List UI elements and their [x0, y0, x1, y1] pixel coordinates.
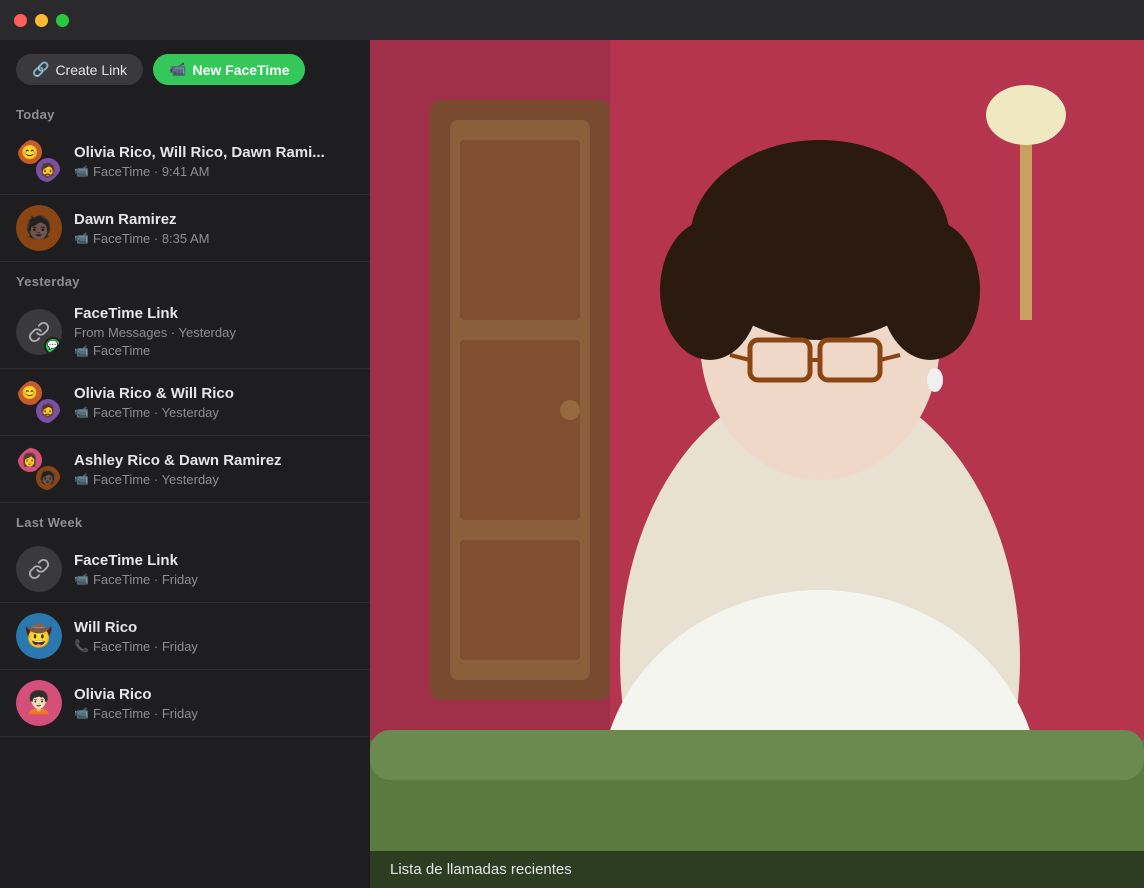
- sidebar: 🔗 Create Link 📹 New FaceTime Today 😊: [0, 40, 370, 888]
- list-item[interactable]: 👩 🧑🏿 Ashley Rico & Dawn Ramirez 📹 FaceTi…: [0, 436, 370, 503]
- call-name: Olivia Rico: [74, 686, 354, 703]
- create-link-label: Create Link: [55, 62, 127, 78]
- messages-badge: 💬: [44, 337, 62, 355]
- avatar: 💬: [16, 309, 62, 355]
- call-time: FaceTime · Friday: [93, 639, 198, 654]
- sub-avatar-2: 🧑🏿: [34, 464, 62, 492]
- section-header-today: Today: [0, 95, 370, 128]
- minimize-button[interactable]: [35, 14, 48, 27]
- call-name: Olivia Rico, Will Rico, Dawn Rami...: [74, 144, 354, 161]
- facetime-label: FaceTime: [93, 343, 150, 358]
- single-avatar: 🧑🏻‍🦱: [16, 680, 62, 726]
- call-subtitle: 📹 FaceTime · Yesterday: [74, 405, 354, 420]
- group-avatar: 👩 🧑🏿: [16, 446, 62, 492]
- link-avatar: [16, 546, 62, 592]
- facetime-video-icon: 📹: [74, 572, 89, 586]
- facetime-video-icon: 📹: [74, 164, 89, 178]
- call-time: FaceTime · 8:35 AM: [93, 231, 210, 246]
- list-item[interactable]: 😊 🧔 Olivia Rico, Will Rico, Dawn Rami...…: [0, 128, 370, 195]
- single-avatar: 🤠: [16, 613, 62, 659]
- section-header-last-week: Last Week: [0, 503, 370, 536]
- avatar: 😊 🧔: [16, 379, 62, 425]
- call-name: Will Rico: [74, 619, 354, 636]
- caption-text: Lista de llamadas recientes: [390, 861, 572, 878]
- sub-avatar-2: 🧔: [34, 156, 62, 184]
- call-info: Olivia Rico & Will Rico 📹 FaceTime · Yes…: [74, 385, 354, 420]
- call-subtitle: 📹 FaceTime · Friday: [74, 572, 354, 587]
- call-name: Ashley Rico & Dawn Ramirez: [74, 452, 354, 469]
- chain-link-icon: [28, 558, 50, 580]
- call-name: FaceTime Link: [74, 305, 354, 322]
- single-avatar: 🧑🏿: [16, 205, 62, 251]
- camera-icon: 📹: [169, 61, 186, 78]
- link-icon: 🔗: [32, 61, 49, 78]
- call-subtitle: 📹 FaceTime · 9:41 AM: [74, 164, 354, 179]
- new-facetime-button[interactable]: 📹 New FaceTime: [153, 54, 305, 85]
- fullscreen-button[interactable]: [56, 14, 69, 27]
- call-name: Olivia Rico & Will Rico: [74, 385, 354, 402]
- call-subtitle: 📹 FaceTime · Yesterday: [74, 472, 354, 487]
- facetime-video-icon: 📹: [74, 706, 89, 720]
- phone-icon: 📞: [74, 639, 89, 653]
- call-info: Ashley Rico & Dawn Ramirez 📹 FaceTime · …: [74, 452, 354, 487]
- toolbar: 🔗 Create Link 📹 New FaceTime: [0, 40, 370, 95]
- avatar: 🧑🏻‍🦱: [16, 680, 62, 726]
- facetime-video-icon: 📹: [74, 231, 89, 245]
- avatar: 👩 🧑🏿: [16, 446, 62, 492]
- call-name: Dawn Ramirez: [74, 211, 354, 228]
- call-time: FaceTime · Friday: [93, 572, 198, 587]
- call-info: Olivia Rico, Will Rico, Dawn Rami... 📹 F…: [74, 144, 354, 179]
- call-name: FaceTime Link: [74, 552, 354, 569]
- avatar: 🤠: [16, 613, 62, 659]
- section-yesterday: Yesterday 💬 FaceTime Link: [0, 262, 370, 503]
- group-avatar: 😊 🧔: [16, 138, 62, 184]
- list-item[interactable]: 💬 FaceTime Link From Messages · Yesterda…: [0, 295, 370, 369]
- section-header-yesterday: Yesterday: [0, 262, 370, 295]
- main-layout: 🔗 Create Link 📹 New FaceTime Today 😊: [0, 40, 1144, 888]
- avatar: 😊 🧔: [16, 138, 62, 184]
- from-messages: From Messages · Yesterday: [74, 325, 236, 340]
- sub-avatar-2: 🧔: [34, 397, 62, 425]
- list-item[interactable]: 🧑🏿 Dawn Ramirez 📹 FaceTime · 8:35 AM: [0, 195, 370, 262]
- person-video: [370, 40, 1144, 888]
- call-time: FaceTime · Friday: [93, 706, 198, 721]
- video-background: [370, 40, 1144, 888]
- list-item[interactable]: 🤠 Will Rico 📞 FaceTime · Friday: [0, 603, 370, 670]
- facetime-video-icon: 📹: [74, 344, 89, 358]
- section-today: Today 😊 🧔 Olivia Rico, Will Rico, Dawn R…: [0, 95, 370, 262]
- call-subtitle-line2: 📹 FaceTime: [74, 343, 354, 358]
- facetime-video-icon: 📹: [74, 405, 89, 419]
- avatar: 🧑🏿: [16, 205, 62, 251]
- section-last-week: Last Week FaceTime Link 📹 FaceTime: [0, 503, 370, 737]
- avatar: [16, 546, 62, 592]
- caption-bar: Lista de llamadas recientes: [370, 851, 1144, 888]
- call-subtitle: 📹 FaceTime · 8:35 AM: [74, 231, 354, 246]
- call-subtitle: 📹 FaceTime · Friday: [74, 706, 354, 721]
- call-subtitle-line1: From Messages · Yesterday: [74, 325, 354, 340]
- call-info: FaceTime Link 📹 FaceTime · Friday: [74, 552, 354, 587]
- call-info: Will Rico 📞 FaceTime · Friday: [74, 619, 354, 654]
- titlebar: [0, 0, 1144, 40]
- facetime-video-icon: 📹: [74, 472, 89, 486]
- call-time: FaceTime · 9:41 AM: [93, 164, 210, 179]
- close-button[interactable]: [14, 14, 27, 27]
- call-info: Olivia Rico 📹 FaceTime · Friday: [74, 686, 354, 721]
- list-item[interactable]: 🧑🏻‍🦱 Olivia Rico 📹 FaceTime · Friday: [0, 670, 370, 737]
- list-item[interactable]: FaceTime Link 📹 FaceTime · Friday: [0, 536, 370, 603]
- call-time: FaceTime · Yesterday: [93, 405, 219, 420]
- call-subtitle: 📞 FaceTime · Friday: [74, 639, 354, 654]
- call-info: FaceTime Link From Messages · Yesterday …: [74, 305, 354, 358]
- list-item[interactable]: 😊 🧔 Olivia Rico & Will Rico 📹 FaceTime ·…: [0, 369, 370, 436]
- new-facetime-label: New FaceTime: [192, 62, 289, 78]
- call-time: FaceTime · Yesterday: [93, 472, 219, 487]
- content-panel: Lista de llamadas recientes: [370, 40, 1144, 888]
- group-avatar: 😊 🧔: [16, 379, 62, 425]
- create-link-button[interactable]: 🔗 Create Link: [16, 54, 143, 85]
- call-info: Dawn Ramirez 📹 FaceTime · 8:35 AM: [74, 211, 354, 246]
